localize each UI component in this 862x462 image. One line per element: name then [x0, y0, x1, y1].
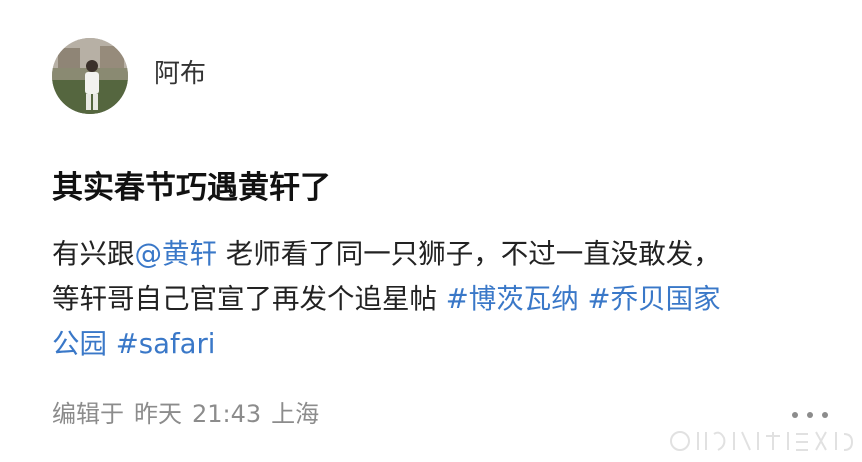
post-body-line-3: 公园 #safari	[52, 322, 842, 367]
post-body: 有兴跟@黄轩 老师看了同一只狮子，不过一直没敢发， 等轩哥自己官宣了再发个追星帖…	[52, 232, 842, 367]
body-text: 等轩哥自己官宣了再发个追星帖	[52, 283, 446, 315]
watermark-logo	[670, 431, 854, 451]
avatar[interactable]	[52, 38, 128, 114]
hashtag-link[interactable]: #博茨瓦纳	[446, 283, 579, 315]
post-title: 其实春节巧遇黄轩了	[52, 170, 331, 206]
post-time: 21:43	[192, 400, 262, 428]
hashtag-link[interactable]: #safari	[116, 328, 216, 360]
more-options-icon[interactable]	[792, 405, 828, 425]
post-body-line-1: 有兴跟@黄轩 老师看了同一只狮子，不过一直没敢发，	[52, 232, 842, 277]
more-dot	[807, 412, 813, 418]
edited-label: 编辑于	[52, 400, 124, 428]
author-name[interactable]: 阿布	[154, 55, 206, 93]
post-meta: 编辑于 昨天 21:43 上海	[52, 396, 319, 432]
avatar-photo	[52, 38, 128, 114]
body-text: 有兴跟	[52, 238, 135, 270]
body-text: 老师看了同一只狮子，不过一直没敢发，	[217, 238, 721, 270]
hashtag-link[interactable]: #乔贝国家	[588, 283, 721, 315]
mention-link[interactable]: @黄轩	[135, 238, 218, 270]
post-date: 昨天	[134, 400, 182, 428]
post-location: 上海	[271, 400, 320, 428]
hashtag-link-continued[interactable]: 公园	[52, 328, 116, 360]
more-dot	[822, 412, 828, 418]
post-body-line-2: 等轩哥自己官宣了再发个追星帖 #博茨瓦纳 #乔贝国家	[52, 277, 842, 322]
more-dot	[792, 412, 798, 418]
